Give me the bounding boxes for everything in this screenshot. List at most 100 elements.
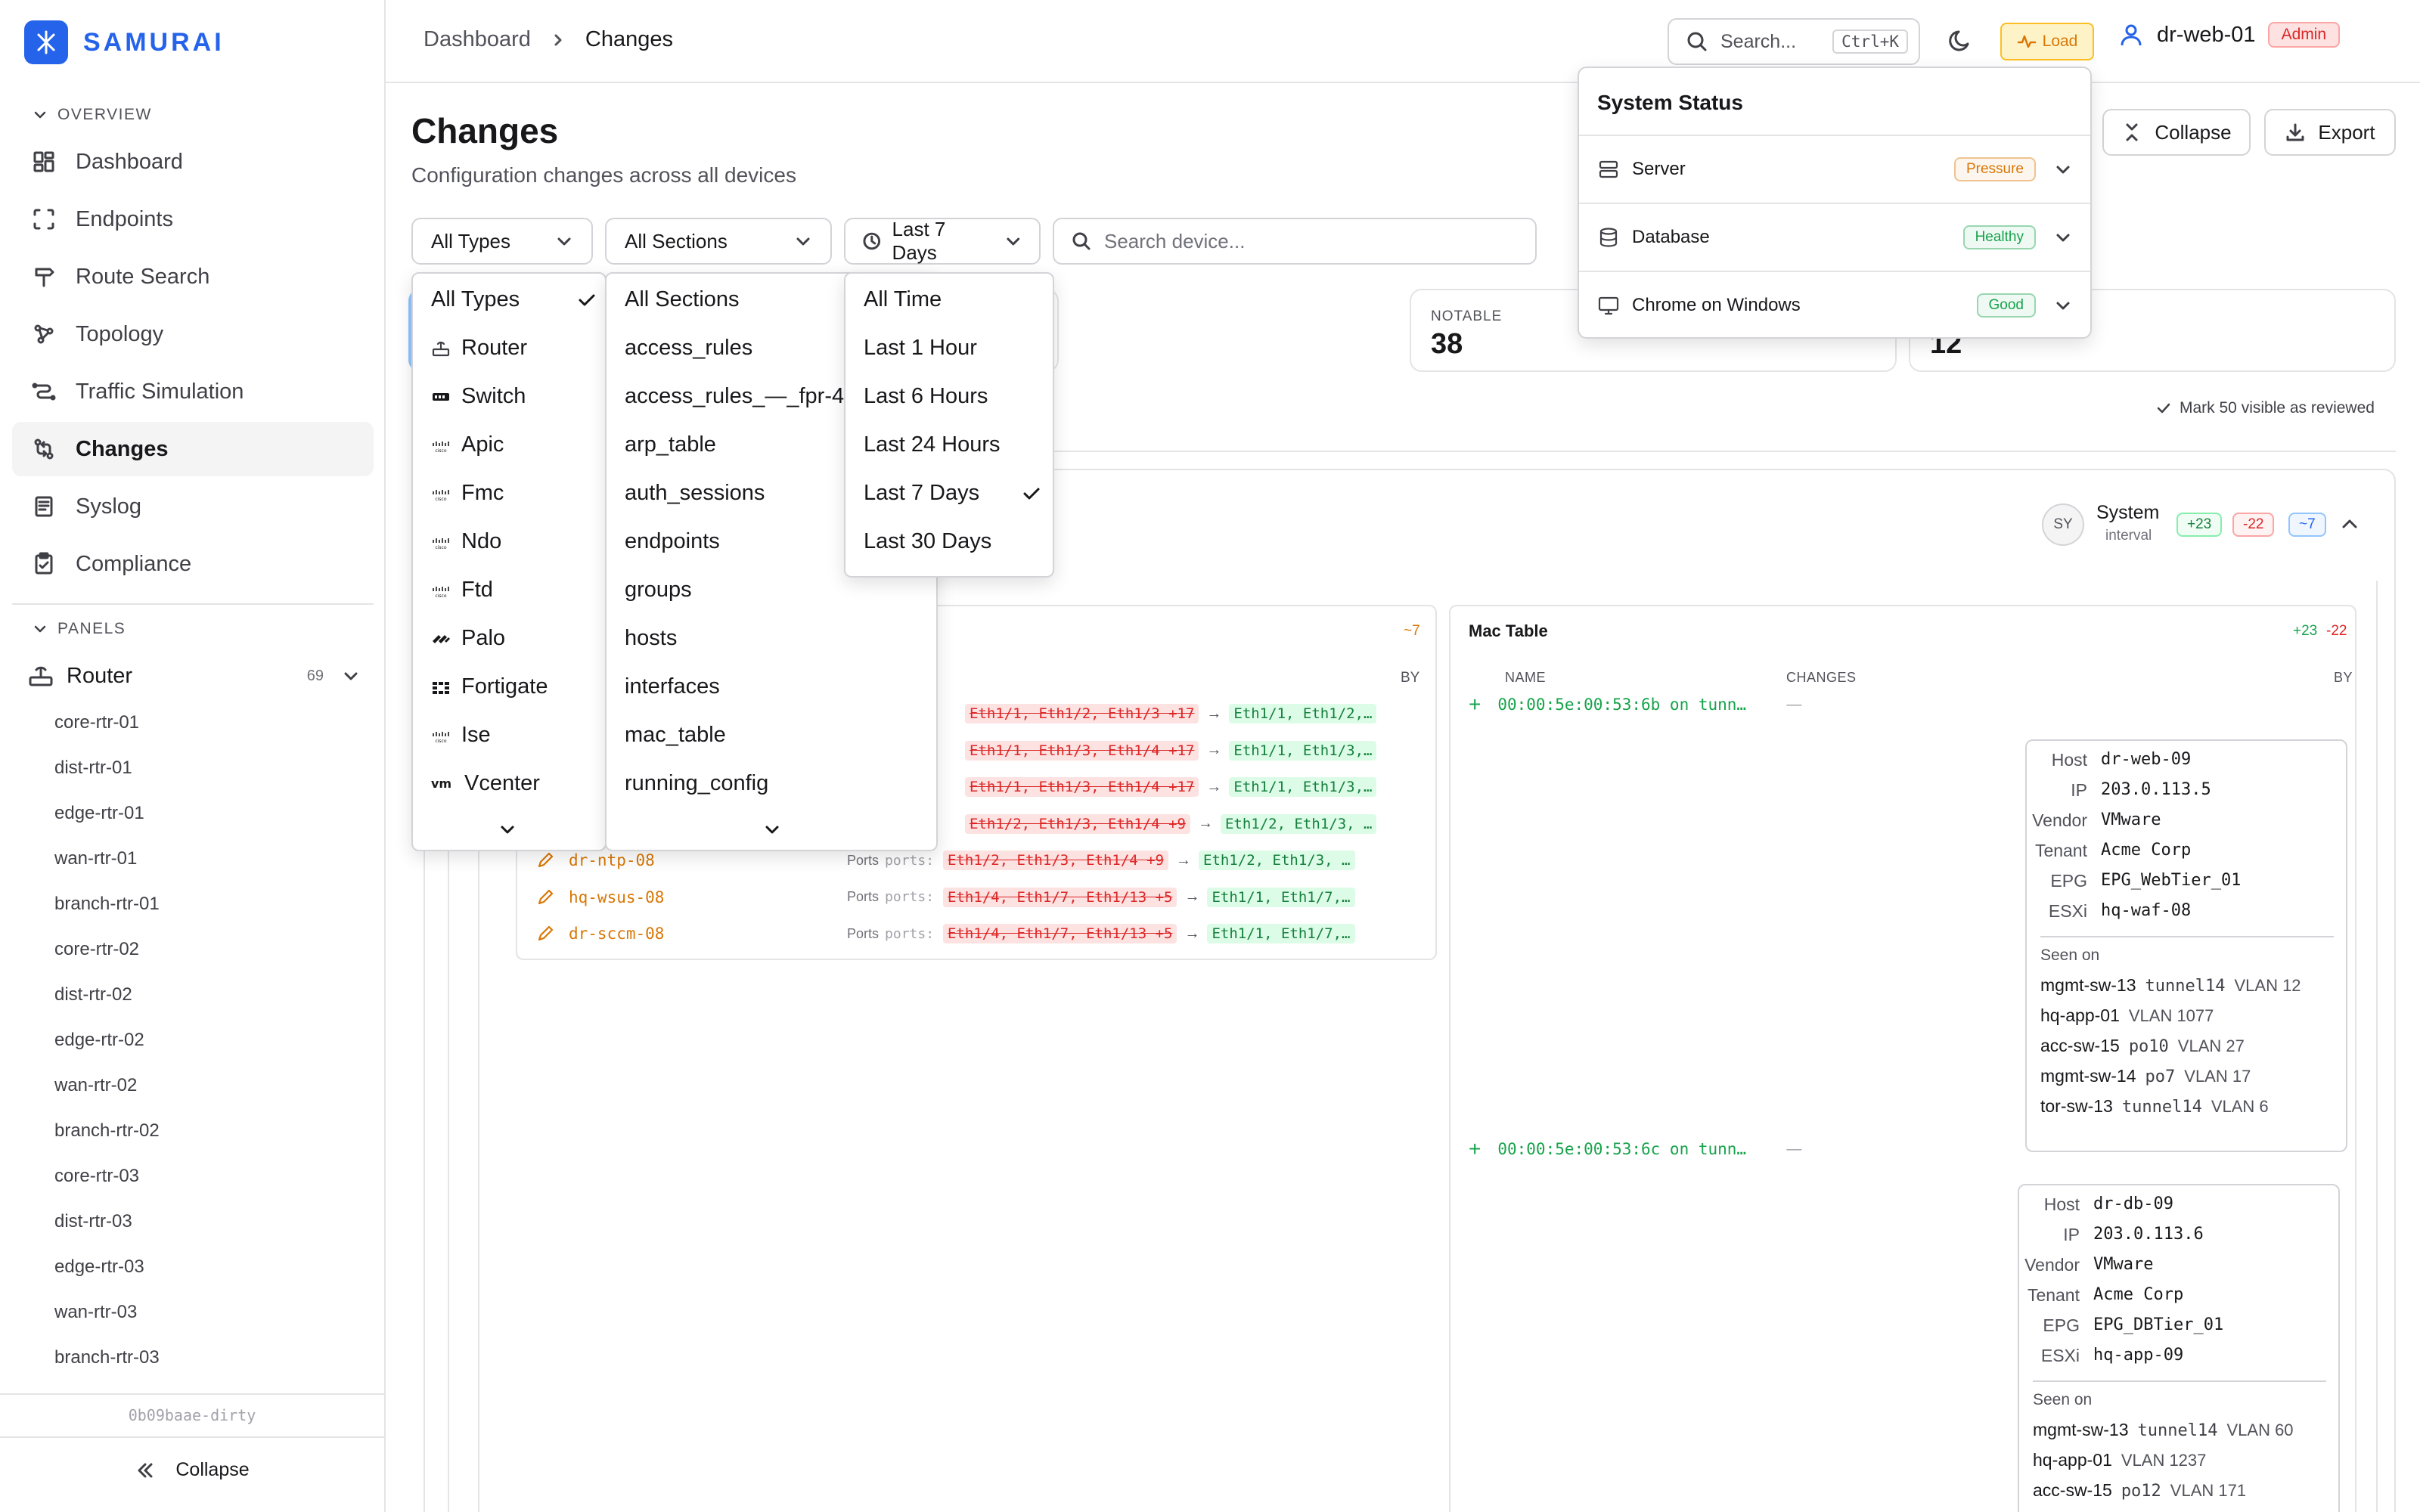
seen-device[interactable]: hq-app-01 xyxy=(2033,1450,2112,1470)
seen-device[interactable]: acc-sw-15 xyxy=(2040,1036,2120,1056)
detail-value-epg: EPG_WebTier_01 xyxy=(2101,871,2242,890)
time-filter-select[interactable]: Last 7 Days xyxy=(844,218,1041,265)
mac-entry-name[interactable]: 00:00:5e:00:53:6b on tunn… xyxy=(1497,696,1770,714)
router-list-item[interactable]: edge-rtr-02 xyxy=(54,1030,144,1051)
type-option-switch[interactable]: Switch xyxy=(431,384,597,409)
load-indicator-button[interactable]: Load xyxy=(2000,23,2094,60)
seen-device[interactable]: hq-app-01 xyxy=(2040,1005,2120,1026)
type-option-fmc[interactable]: cisco Fmc xyxy=(431,481,597,506)
time-option[interactable]: All Time xyxy=(864,287,1042,312)
panels-section-toggle[interactable]: PANELS xyxy=(33,620,126,638)
router-list-item[interactable]: dist-rtr-02 xyxy=(54,984,132,1005)
type-option-palo[interactable]: Palo xyxy=(431,626,597,651)
nav-item-dashboard[interactable]: Dashboard xyxy=(12,135,374,189)
section-option[interactable]: groups xyxy=(625,578,692,603)
router-list-item[interactable]: branch-rtr-02 xyxy=(54,1120,160,1142)
router-list-item[interactable]: dist-rtr-01 xyxy=(54,758,132,779)
seen-device[interactable]: tor-sw-13 xyxy=(2040,1096,2113,1117)
router-list-item[interactable]: core-rtr-03 xyxy=(54,1166,139,1187)
mac-entry-row[interactable]: +00:00:5e:00:53:6b on tunn… — xyxy=(1469,692,1801,717)
router-list-item[interactable]: branch-rtr-01 xyxy=(54,894,160,915)
router-list-item[interactable]: core-rtr-01 xyxy=(54,712,139,733)
device-name[interactable]: dr-sccm-08 xyxy=(569,925,841,943)
chevron-up-icon[interactable] xyxy=(2338,513,2361,535)
types-filter-select[interactable]: All Types xyxy=(411,218,593,265)
global-search[interactable]: Search... Ctrl+K xyxy=(1668,18,1920,65)
time-option[interactable]: Last 24 Hours xyxy=(864,432,1042,457)
device-name[interactable]: hq-wsus-08 xyxy=(569,888,841,906)
router-list-item[interactable]: wan-rtr-03 xyxy=(54,1302,137,1323)
theme-toggle[interactable] xyxy=(1947,27,1974,54)
table-row[interactable]: dr-sccm-08 Ports ports: Eth1/4, Eth1/7, Eth… xyxy=(535,920,1428,947)
type-option-router[interactable]: Router xyxy=(431,336,597,361)
seen-device[interactable]: mgmt-sw-13 xyxy=(2033,1420,2129,1440)
mac-entry-row[interactable]: +00:00:5e:00:53:6c on tunn… — xyxy=(1469,1137,1801,1161)
added-count: +23 xyxy=(2293,623,2318,639)
section-option[interactable]: endpoints xyxy=(625,529,720,554)
time-option[interactable]: Last 7 Days xyxy=(864,481,1042,506)
section-option[interactable]: interfaces xyxy=(625,674,720,699)
router-list-item[interactable]: edge-rtr-03 xyxy=(54,1256,144,1278)
device-search-placeholder: Search device... xyxy=(1104,229,1246,253)
section-option[interactable]: All Sections xyxy=(625,287,740,312)
type-option-fortigate[interactable]: Fortigate xyxy=(431,674,597,699)
nav-item-endpoints[interactable]: Endpoints xyxy=(12,192,374,246)
router-list-item[interactable]: branch-rtr-03 xyxy=(54,1347,160,1368)
router-list-item[interactable]: wan-rtr-01 xyxy=(54,848,137,869)
router-list-item[interactable]: dist-rtr-03 xyxy=(54,1211,132,1232)
mac-entry-name[interactable]: 00:00:5e:00:53:6c on tunn… xyxy=(1497,1140,1770,1158)
overview-section-toggle[interactable]: OVERVIEW xyxy=(33,106,152,124)
device-search-input[interactable]: Search device... xyxy=(1053,218,1537,265)
section-option[interactable]: hosts xyxy=(625,626,677,651)
breadcrumb-dashboard[interactable]: Dashboard xyxy=(424,27,531,52)
section-option[interactable]: running_config xyxy=(625,771,768,796)
time-option[interactable]: Last 30 Days xyxy=(864,529,1042,554)
router-list-item[interactable]: core-rtr-02 xyxy=(54,939,139,960)
section-option[interactable]: auth_sessions xyxy=(625,481,765,506)
type-option-ndo[interactable]: cisco Ndo xyxy=(431,529,597,554)
time-option[interactable]: Last 1 Hour xyxy=(864,336,1042,361)
user-menu[interactable]: dr-web-01 Admin xyxy=(2118,21,2341,48)
chevron-down-icon[interactable] xyxy=(498,820,517,839)
type-option-ftd[interactable]: cisco Ftd xyxy=(431,578,597,603)
router-list-item[interactable]: edge-rtr-01 xyxy=(54,803,144,824)
chevron-down-icon[interactable] xyxy=(762,820,782,839)
seen-device[interactable]: mgmt-sw-14 xyxy=(2040,1066,2136,1086)
export-button[interactable]: Export xyxy=(2264,109,2396,156)
removed-count: -22 xyxy=(2326,623,2347,639)
nav-item-traffic-simulation[interactable]: Traffic Simulation xyxy=(12,364,374,419)
seen-device[interactable]: acc-sw-15 xyxy=(2033,1480,2112,1501)
type-option-vcenter[interactable]: vm Vcenter xyxy=(431,771,597,796)
nav-item-topology[interactable]: Topology xyxy=(12,307,374,361)
status-row-database[interactable]: Database Healthy xyxy=(1579,204,2090,271)
status-row-chrome-on-windows[interactable]: Chrome on Windows Good xyxy=(1579,272,2090,339)
seen-device[interactable]: mgmt-sw-13 xyxy=(2040,975,2136,996)
router-group[interactable]: Router 69 xyxy=(27,659,360,692)
sidebar-collapse-button[interactable]: Collapse xyxy=(0,1459,384,1481)
nav-item-route-search[interactable]: Route Search xyxy=(12,249,374,304)
collapse-all-button[interactable]: Collapse xyxy=(2102,109,2251,156)
arrow-right-icon: → xyxy=(1184,925,1200,942)
time-option[interactable]: Last 6 Hours xyxy=(864,384,1042,409)
section-option[interactable]: access_rules_—_fpr-4 xyxy=(625,384,844,409)
type-option-apic[interactable]: cisco Apic xyxy=(431,432,597,457)
mark-reviewed-button[interactable]: Mark 50 visible as reviewed xyxy=(2155,399,2375,417)
nav-item-changes[interactable]: Changes xyxy=(12,422,374,476)
type-option-ise[interactable]: cisco Ise xyxy=(431,723,597,748)
status-row-server[interactable]: Server Pressure xyxy=(1579,136,2090,203)
section-option[interactable]: access_rules xyxy=(625,336,752,361)
svg-text:cisco: cisco xyxy=(435,497,446,502)
seen-on-label: Seen on xyxy=(2040,947,2100,964)
svg-text:cisco: cisco xyxy=(435,739,446,744)
section-option[interactable]: arp_table xyxy=(625,432,716,457)
router-icon xyxy=(431,339,451,358)
nav-item-syslog[interactable]: Syslog xyxy=(12,479,374,534)
sections-filter-select[interactable]: All Sections xyxy=(605,218,832,265)
nav-item-compliance[interactable]: Compliance xyxy=(12,537,374,591)
section-option[interactable]: mac_table xyxy=(625,723,726,748)
router-list-item[interactable]: wan-rtr-02 xyxy=(54,1075,137,1096)
device-name[interactable]: dr-ntp-08 xyxy=(569,851,841,869)
type-option-all-types[interactable]: All Types xyxy=(431,287,597,312)
table-row[interactable]: hq-wsus-08 Ports ports: Eth1/4, Eth1/7, Eth… xyxy=(535,884,1428,911)
brand[interactable]: SAMURAI xyxy=(24,18,225,67)
